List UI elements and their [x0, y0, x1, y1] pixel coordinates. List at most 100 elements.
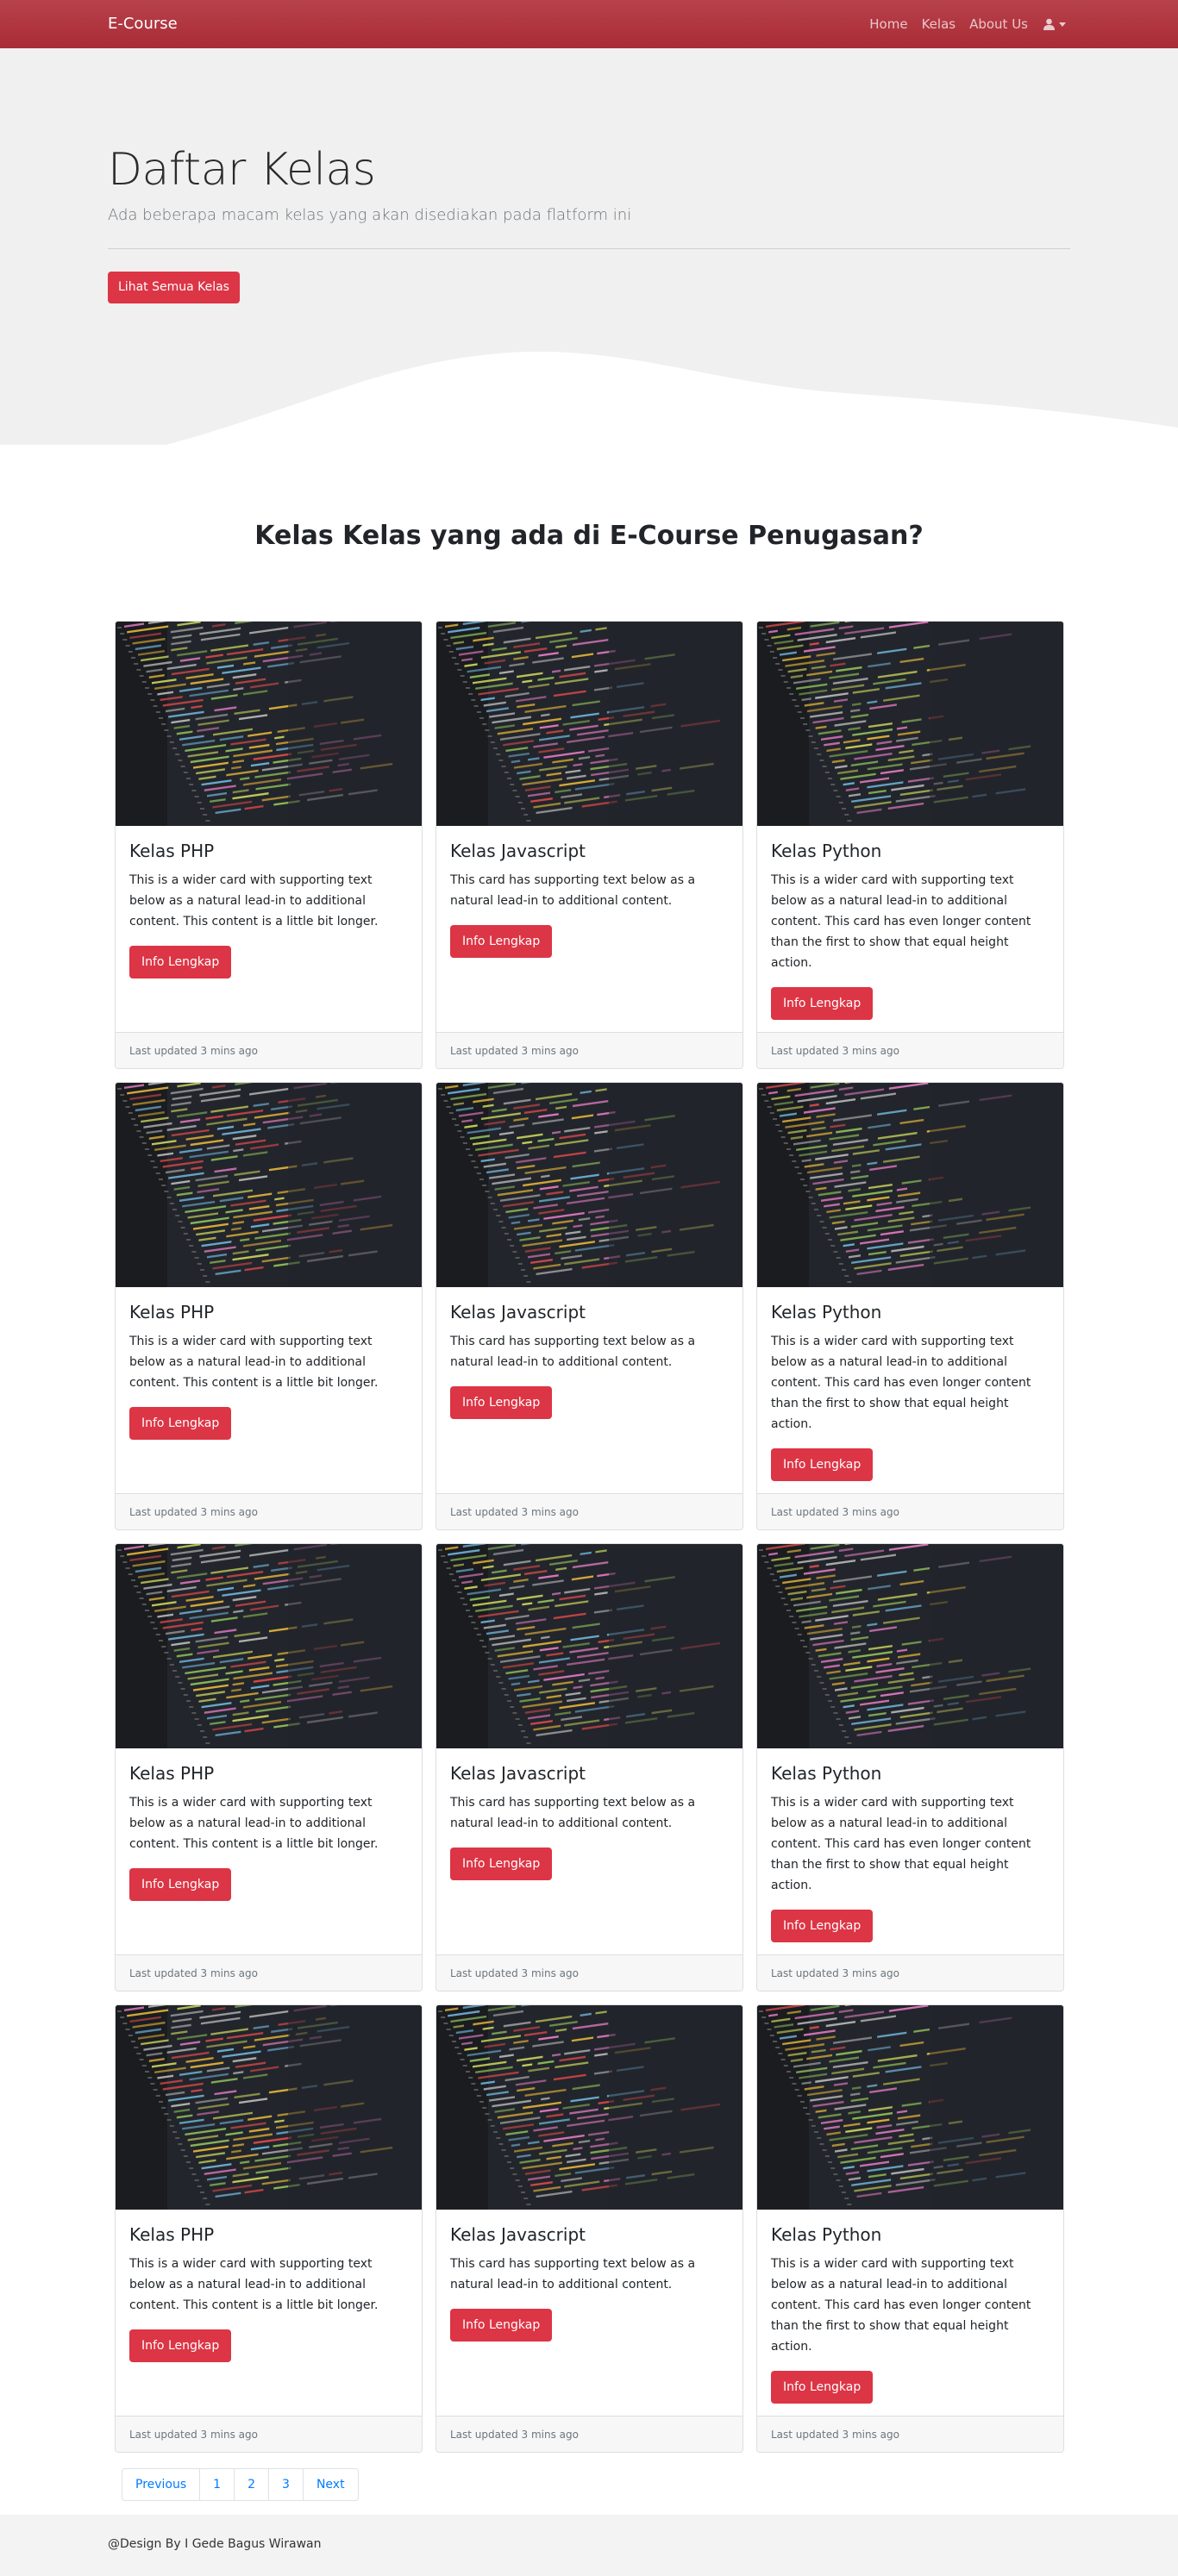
info-button[interactable]: Info Lengkap — [450, 925, 553, 958]
code-image — [436, 622, 743, 826]
card-image — [116, 1083, 422, 1287]
footer: @Design By I Gede Bagus Wirawan — [0, 2515, 1178, 2576]
card-image — [436, 622, 743, 826]
pagination-page-1[interactable]: 1 — [199, 2469, 234, 2500]
card-body: Kelas PHP This is a wider card with suppo… — [129, 1763, 408, 1901]
card-title: Kelas Javascript — [450, 2224, 586, 2245]
card-body: Kelas Javascript This card has supporting… — [450, 1302, 729, 1419]
page-title: Daftar Kelas — [108, 144, 376, 196]
info-button[interactable]: Info Lengkap — [771, 1448, 874, 1481]
card-image — [436, 1083, 743, 1287]
nav-link-kelas[interactable]: Kelas — [922, 16, 956, 32]
code-image — [757, 622, 1063, 826]
info-button[interactable]: Info Lengkap — [129, 1868, 232, 1901]
course-card: Kelas Python This is a wider card with su… — [756, 1543, 1064, 1991]
card-footer: Last updated 3 mins ago — [116, 1954, 422, 1991]
card-text: This card has supporting text below as a… — [450, 1335, 696, 1369]
card-image — [116, 2005, 422, 2210]
course-card: Kelas Javascript This card has supporting… — [435, 621, 743, 1069]
card-body: Kelas PHP This is a wider card with suppo… — [129, 841, 408, 979]
course-card: Kelas PHP This is a wider card with suppo… — [115, 1082, 423, 1530]
info-button[interactable]: Info Lengkap — [771, 1910, 874, 1942]
code-image — [116, 622, 422, 826]
card-footer: Last updated 3 mins ago — [757, 2416, 1063, 2452]
code-image — [436, 1544, 743, 1748]
jumbotron: Daftar Kelas Ada beberapa macam kelas ya… — [0, 48, 1178, 505]
card-title: Kelas Python — [771, 1302, 882, 1322]
course-card: Kelas Python This is a wider card with su… — [756, 621, 1064, 1069]
user-icon — [1043, 18, 1055, 30]
card-body: Kelas Javascript This card has supporting… — [450, 841, 729, 958]
card-text: This card has supporting text below as a… — [450, 873, 696, 908]
card-title: Kelas Javascript — [450, 1302, 586, 1322]
card-image — [116, 1544, 422, 1748]
pagination-next[interactable]: Next — [302, 2469, 358, 2500]
course-grid: Kelas PHP This is a wider card with suppo… — [115, 621, 1064, 2453]
card-footer: Last updated 3 mins ago — [116, 2416, 422, 2452]
view-all-classes-button[interactable]: Lihat Semua Kelas — [108, 272, 240, 303]
section-title: Kelas Kelas yang ada di E-Course Penugas… — [254, 521, 924, 551]
card-text: This card has supporting text below as a… — [450, 1796, 696, 1830]
course-card: Kelas Python This is a wider card with su… — [756, 2004, 1064, 2453]
info-button[interactable]: Info Lengkap — [129, 946, 232, 979]
info-button[interactable]: Info Lengkap — [129, 2329, 232, 2362]
course-card: Kelas PHP This is a wider card with suppo… — [115, 1543, 423, 1991]
card-footer: Last updated 3 mins ago — [436, 1493, 743, 1529]
card-text: This is a wider card with supporting tex… — [771, 2257, 1031, 2354]
pagination-page-2[interactable]: 2 — [234, 2469, 268, 2500]
card-body: Kelas Python This is a wider card with su… — [771, 2224, 1050, 2404]
card-footer: Last updated 3 mins ago — [757, 1493, 1063, 1529]
course-card: Kelas Python This is a wider card with su… — [756, 1082, 1064, 1530]
divider — [108, 248, 1070, 249]
code-image — [436, 1083, 743, 1287]
card-image — [116, 622, 422, 826]
code-image — [116, 2005, 422, 2210]
wave-divider — [0, 351, 1178, 505]
card-footer: Last updated 3 mins ago — [436, 1954, 743, 1991]
card-title: Kelas Python — [771, 2224, 882, 2245]
card-title: Kelas Python — [771, 841, 882, 861]
info-button[interactable]: Info Lengkap — [450, 2309, 553, 2342]
card-body: Kelas Javascript This card has supporting… — [450, 2224, 729, 2342]
card-image — [757, 1544, 1063, 1748]
nav-link-about-us[interactable]: About Us — [969, 16, 1028, 32]
footer-credit: @Design By I Gede Bagus Wirawan — [108, 2537, 322, 2551]
course-card: Kelas PHP This is a wider card with suppo… — [115, 621, 423, 1069]
card-image — [757, 622, 1063, 826]
code-image — [116, 1083, 422, 1287]
course-card: Kelas Javascript This card has supporting… — [435, 1082, 743, 1530]
user-dropdown[interactable] — [1043, 18, 1066, 30]
card-title: Kelas Javascript — [450, 1763, 586, 1784]
info-button[interactable]: Info Lengkap — [771, 2371, 874, 2404]
info-button[interactable]: Info Lengkap — [771, 987, 874, 1020]
code-image — [757, 1544, 1063, 1748]
card-footer: Last updated 3 mins ago — [757, 1954, 1063, 1991]
code-image — [757, 2005, 1063, 2210]
pagination-page-3[interactable]: 3 — [268, 2469, 303, 2500]
card-text: This card has supporting text below as a… — [450, 2257, 696, 2292]
course-card: Kelas PHP This is a wider card with suppo… — [115, 2004, 423, 2453]
info-button[interactable]: Info Lengkap — [450, 1386, 553, 1419]
card-footer: Last updated 3 mins ago — [116, 1032, 422, 1068]
info-button[interactable]: Info Lengkap — [450, 1848, 553, 1880]
card-body: Kelas PHP This is a wider card with suppo… — [129, 2224, 408, 2362]
card-body: Kelas PHP This is a wider card with suppo… — [129, 1302, 408, 1440]
navbar: E-Course Home Kelas About Us — [0, 0, 1178, 48]
nav-link-home[interactable]: Home — [869, 16, 907, 32]
card-footer: Last updated 3 mins ago — [436, 2416, 743, 2452]
card-text: This is a wider card with supporting tex… — [771, 1796, 1031, 1892]
card-image — [436, 1544, 743, 1748]
card-text: This is a wider card with supporting tex… — [129, 1335, 379, 1390]
card-image — [436, 2005, 743, 2210]
card-title: Kelas Python — [771, 1763, 882, 1784]
brand-link[interactable]: E-Course — [108, 15, 178, 34]
info-button[interactable]: Info Lengkap — [129, 1407, 232, 1440]
pagination-previous[interactable]: Previous — [122, 2469, 199, 2500]
code-image — [116, 1544, 422, 1748]
card-text: This is a wider card with supporting tex… — [129, 2257, 379, 2312]
card-text: This is a wider card with supporting tex… — [129, 1796, 379, 1851]
nav-links: Home Kelas About Us — [855, 0, 1066, 48]
card-text: This is a wider card with supporting tex… — [771, 873, 1031, 970]
code-image — [757, 1083, 1063, 1287]
card-image — [757, 1083, 1063, 1287]
